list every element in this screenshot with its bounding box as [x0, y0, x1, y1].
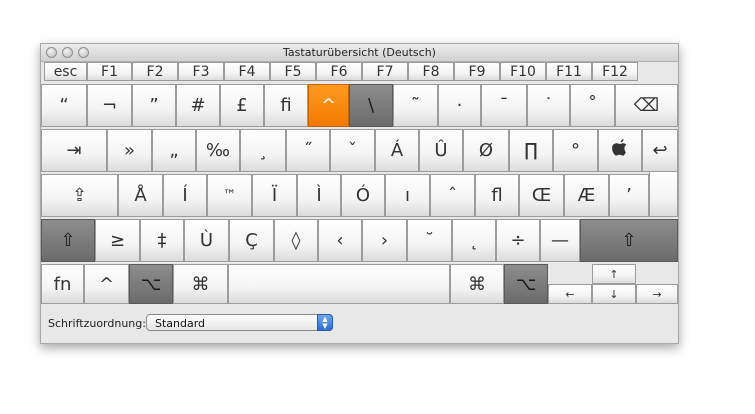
key-row2-2[interactable]: » [107, 129, 152, 172]
key-row1-13[interactable]: ˚ [570, 84, 615, 127]
key-row1-4[interactable]: # [176, 84, 220, 127]
key-row3-8[interactable]: ı [385, 174, 430, 217]
key-row2-6[interactable]: ˝ [286, 129, 330, 172]
key-row2-3[interactable]: „ [152, 129, 196, 172]
arrow-left-key[interactable]: ← [548, 284, 592, 304]
key-f8[interactable]: F8 [408, 62, 454, 81]
left-command-key[interactable]: ⌘ [173, 264, 228, 304]
key-row4-10[interactable]: ˛ [452, 219, 496, 262]
window-title: Tastaturübersicht (Deutsch) [283, 46, 436, 59]
key-row4-11[interactable]: ÷ [496, 219, 540, 262]
right-shift-key[interactable]: ⇧ [580, 219, 678, 262]
key-row3-4[interactable]: ™ [207, 174, 252, 217]
key-f9[interactable]: F9 [454, 62, 500, 81]
key-f10[interactable]: F10 [500, 62, 546, 81]
tab-key[interactable]: ⇥ [41, 129, 107, 172]
key-row3-11[interactable]: Œ [519, 174, 564, 217]
key-f2[interactable]: F2 [132, 62, 178, 81]
delete-key[interactable]: ⌫ [615, 84, 678, 127]
key-row4-6[interactable]: ◊ [274, 219, 318, 262]
apple-logo-icon [611, 138, 629, 163]
key-row1-8[interactable]: \ [349, 84, 393, 127]
key-row3-10[interactable]: ﬂ [475, 174, 519, 217]
key-f7[interactable]: F7 [362, 62, 408, 81]
left-option-key[interactable]: ⌥ [129, 264, 173, 304]
return-key-top[interactable]: ↩ [642, 129, 678, 172]
fn-key[interactable]: fn [41, 264, 84, 304]
key-row4-9[interactable]: ˘ [407, 219, 452, 262]
caps-lock-key[interactable]: ⇪ [41, 174, 118, 217]
key-row2-11[interactable]: ∏ [509, 129, 553, 172]
key-row1-7-highlighted[interactable]: ^ [308, 84, 349, 127]
arrow-up-key[interactable]: ↑ [592, 264, 636, 284]
key-row4-12[interactable]: — [540, 219, 580, 262]
key-row2-10[interactable]: Ø [463, 129, 509, 172]
key-row1-5[interactable]: £ [220, 84, 264, 127]
key-row1-10[interactable]: · [438, 84, 481, 127]
key-row4-2[interactable]: ≥ [95, 219, 140, 262]
key-f11[interactable]: F11 [546, 62, 592, 81]
key-row4-8[interactable]: › [362, 219, 407, 262]
key-row2-5[interactable]: ¸ [240, 129, 286, 172]
key-row4-3[interactable]: ‡ [140, 219, 184, 262]
key-row4-4[interactable]: Ù [184, 219, 229, 262]
key-row1-1[interactable]: “ [41, 84, 87, 127]
key-f5[interactable]: F5 [270, 62, 316, 81]
space-bar[interactable] [228, 264, 450, 304]
key-row2-8[interactable]: Á [375, 129, 419, 172]
control-key[interactable]: ^ [84, 264, 129, 304]
key-row1-6[interactable]: fi [264, 84, 308, 127]
key-row2-apple[interactable] [598, 129, 642, 172]
title-bar: Tastaturübersicht (Deutsch) [41, 44, 678, 62]
key-row3-3[interactable]: Í [163, 174, 207, 217]
right-option-key[interactable]: ⌥ [504, 264, 548, 304]
key-row2-9[interactable]: Û [419, 129, 463, 172]
key-row1-11[interactable]: ¯ [481, 84, 527, 127]
right-command-key[interactable]: ⌘ [450, 264, 504, 304]
select-updown-arrows-icon: ▲ ▼ [317, 314, 333, 331]
key-f12[interactable]: F12 [592, 62, 638, 81]
key-row1-12[interactable]: ˙ [527, 84, 570, 127]
font-mapping-select-value: Standard [155, 317, 206, 330]
key-row4-5[interactable]: Ç [229, 219, 274, 262]
key-f3[interactable]: F3 [178, 62, 224, 81]
key-row3-5[interactable]: Ï [252, 174, 297, 217]
key-row2-7[interactable]: ˇ [330, 129, 375, 172]
return-key-bottom[interactable] [649, 172, 678, 217]
key-row3-2[interactable]: Å [118, 174, 163, 217]
key-row3-12[interactable]: Æ [564, 174, 609, 217]
font-mapping-select[interactable]: Standard ▲ ▼ [146, 314, 333, 331]
key-esc[interactable]: esc [44, 62, 87, 81]
left-shift-key[interactable]: ⇧ [41, 219, 95, 262]
key-row1-2[interactable]: ¬ [87, 84, 132, 127]
key-row2-12[interactable]: ° [553, 129, 598, 172]
key-row1-9[interactable]: ˜ [393, 84, 438, 127]
key-row3-9[interactable]: ˆ [430, 174, 475, 217]
key-f1[interactable]: F1 [87, 62, 132, 81]
key-row3-13[interactable]: ’ [609, 174, 649, 217]
arrow-down-key[interactable]: ↓ [592, 284, 636, 304]
keyboard-viewer-window: Tastaturübersicht (Deutsch) esc F1 F2 F3… [40, 43, 679, 344]
key-row4-7[interactable]: ‹ [318, 219, 362, 262]
key-row1-3[interactable]: ” [132, 84, 176, 127]
key-f6[interactable]: F6 [316, 62, 362, 81]
key-row2-4[interactable]: ‰ [196, 129, 240, 172]
key-f4[interactable]: F4 [224, 62, 270, 81]
key-row3-6[interactable]: Ì [297, 174, 341, 217]
arrow-right-key[interactable]: → [636, 284, 678, 304]
font-mapping-label: Schriftzuordnung: [48, 317, 146, 330]
key-row3-7[interactable]: Ó [341, 174, 385, 217]
